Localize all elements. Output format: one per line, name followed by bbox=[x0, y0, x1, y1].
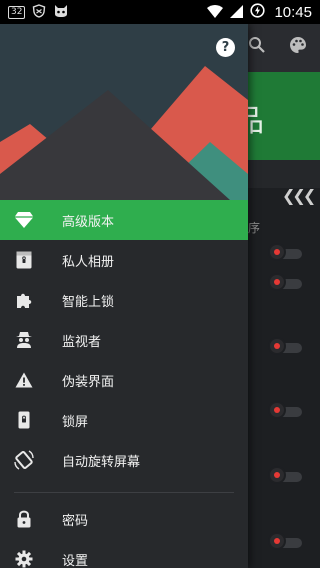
photo-vault-icon bbox=[14, 250, 34, 270]
gear-icon bbox=[14, 549, 34, 568]
menu-item-label: 私人相册 bbox=[62, 254, 115, 270]
menu-item-private-album[interactable]: 私人相册 bbox=[0, 240, 248, 280]
navigation-drawer[interactable]: ? 高级版本 私人相册 智能上锁 监视者 伪装界面 锁屏 自动旋转屏幕 密码 设… bbox=[0, 24, 248, 568]
app-lock-toggle[interactable] bbox=[268, 339, 304, 355]
wifi-icon bbox=[207, 3, 224, 22]
partial-text: 序 bbox=[248, 221, 261, 235]
menu-divider bbox=[14, 492, 234, 493]
clock: 10:45 bbox=[274, 3, 312, 21]
status-system: 10:45 bbox=[207, 2, 312, 22]
menu-item-label: 密码 bbox=[62, 513, 89, 529]
drawer-header: ? bbox=[0, 24, 248, 200]
notification-badge: 32 bbox=[8, 5, 26, 19]
menu-item-label: 伪装界面 bbox=[62, 374, 115, 390]
menu-item-settings[interactable]: 设置 bbox=[0, 539, 248, 568]
swipe-chevrons: ❮❮❮ bbox=[282, 186, 316, 205]
menu-item-label: 设置 bbox=[62, 553, 89, 568]
status-notifications: 32 bbox=[8, 3, 69, 22]
menu-item-premium[interactable]: 高级版本 bbox=[0, 200, 248, 240]
rotate-screen-icon bbox=[14, 450, 34, 470]
puzzle-icon bbox=[14, 290, 34, 310]
status-bar: 32 10:45 bbox=[0, 0, 320, 24]
menu-item-intruder-selfie[interactable]: 监视者 bbox=[0, 320, 248, 360]
menu-item-password[interactable]: 密码 bbox=[0, 499, 248, 539]
diamond-icon bbox=[14, 210, 34, 230]
signal-icon bbox=[230, 3, 244, 22]
menu-item-label: 锁屏 bbox=[62, 414, 89, 430]
phone-lock-icon bbox=[14, 410, 34, 430]
mountains-illustration bbox=[0, 66, 248, 200]
app-lock-toggle[interactable] bbox=[268, 245, 304, 261]
app-lock-toggle[interactable] bbox=[268, 275, 304, 291]
help-button[interactable]: ? bbox=[216, 38, 235, 57]
menu-item-smart-lock[interactable]: 智能上锁 bbox=[0, 280, 248, 320]
menu-item-label: 监视者 bbox=[62, 334, 102, 350]
app-lock-toggle[interactable] bbox=[268, 534, 304, 550]
menu-item-auto-rotate[interactable]: 自动旋转屏幕 bbox=[0, 440, 248, 480]
menu-item-label: 智能上锁 bbox=[62, 294, 115, 310]
lock-icon bbox=[14, 509, 34, 529]
app-lock-toggle[interactable] bbox=[268, 403, 304, 419]
menu-item-disguise[interactable]: 伪装界面 bbox=[0, 360, 248, 400]
warning-icon bbox=[14, 370, 34, 390]
search-icon[interactable] bbox=[248, 36, 266, 58]
drawer-menu: 高级版本 私人相册 智能上锁 监视者 伪装界面 锁屏 自动旋转屏幕 密码 设置 bbox=[0, 200, 248, 568]
app-lock-toggle[interactable] bbox=[268, 468, 304, 484]
menu-item-label: 自动旋转屏幕 bbox=[62, 454, 141, 470]
palette-icon[interactable] bbox=[289, 36, 307, 58]
menu-item-label: 高级版本 bbox=[62, 214, 115, 230]
shield-notification-icon bbox=[32, 3, 46, 22]
menu-item-lock-screen[interactable]: 锁屏 bbox=[0, 400, 248, 440]
spy-icon bbox=[14, 330, 34, 350]
battery-charging-icon bbox=[250, 2, 266, 22]
cat-notification-icon bbox=[53, 3, 69, 22]
